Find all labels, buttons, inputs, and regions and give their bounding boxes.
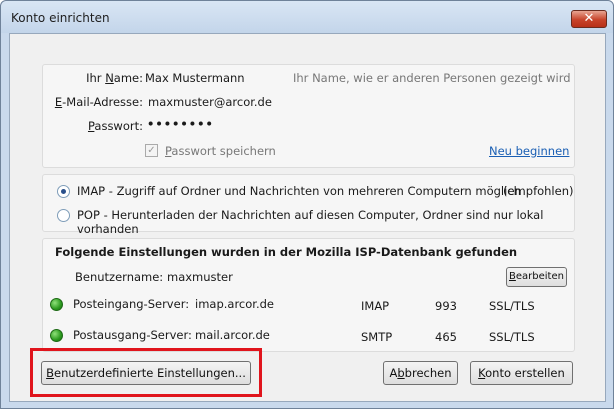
incoming-protocol: IMAP: [361, 299, 390, 313]
outgoing-port: 465: [435, 330, 457, 344]
account-panel: Ihr Name: Max Mustermann Ihr Name, wie e…: [42, 64, 575, 168]
title-bar[interactable]: Konto einrichten ✕: [1, 1, 613, 33]
save-password-label: Passwort speichern: [165, 144, 276, 158]
username-value: maxmuster: [167, 270, 233, 284]
outgoing-host: mail.arcor.de: [195, 328, 270, 342]
pop-radio[interactable]: [57, 209, 70, 222]
incoming-status-icon: [50, 298, 63, 311]
edit-button[interactable]: Bearbeiten: [506, 267, 567, 287]
save-password-checkbox[interactable]: ✓: [145, 144, 158, 157]
dialog-body: Ihr Name: Max Mustermann Ihr Name, wie e…: [9, 33, 606, 402]
imap-radio[interactable]: [57, 185, 70, 198]
name-field[interactable]: Max Mustermann: [145, 71, 245, 85]
checkmark-icon: ✓: [147, 145, 156, 156]
window-title: Konto einrichten: [11, 11, 110, 25]
pop-label[interactable]: POP - Herunterladen der Nachrichten auf …: [77, 208, 574, 236]
highlight-annotation: [30, 348, 262, 397]
outgoing-protocol: SMTP: [361, 330, 393, 344]
password-field[interactable]: ••••••••: [147, 117, 214, 131]
found-heading: Folgende Einstellungen wurden in der Moz…: [55, 245, 518, 259]
outgoing-status-icon: [50, 329, 63, 342]
restart-link[interactable]: Neu beginnen: [489, 144, 569, 158]
incoming-security: SSL/TLS: [489, 299, 535, 313]
found-settings-panel: Folgende Einstellungen wurden in der Moz…: [42, 238, 575, 352]
email-label: E-Mail-Adresse:: [54, 95, 143, 109]
name-label: Ihr Name:: [86, 71, 143, 85]
outgoing-security: SSL/TLS: [489, 330, 535, 344]
create-account-button[interactable]: Konto erstellen: [470, 361, 573, 385]
name-hint: Ihr Name, wie er anderen Personen gezeig…: [293, 71, 571, 85]
email-field[interactable]: maxmuster@arcor.de: [148, 95, 272, 109]
password-label: Passwort:: [87, 119, 143, 133]
protocol-panel: IMAP - Zugriff auf Ordner und Nachrichte…: [42, 174, 575, 236]
incoming-host: imap.arcor.de: [195, 297, 274, 311]
cancel-button[interactable]: Abbrechen: [383, 361, 458, 385]
close-button[interactable]: ✕: [571, 10, 607, 28]
incoming-port: 993: [435, 299, 457, 313]
outgoing-label: Postausgang-Server:: [73, 328, 192, 342]
imap-label[interactable]: IMAP - Zugriff auf Ordner und Nachrichte…: [77, 184, 521, 198]
username-label: Benutzername:: [75, 270, 164, 284]
incoming-label: Posteingang-Server:: [73, 297, 190, 311]
close-icon: ✕: [583, 11, 595, 26]
imap-recommended: (empfohlen): [503, 184, 574, 198]
